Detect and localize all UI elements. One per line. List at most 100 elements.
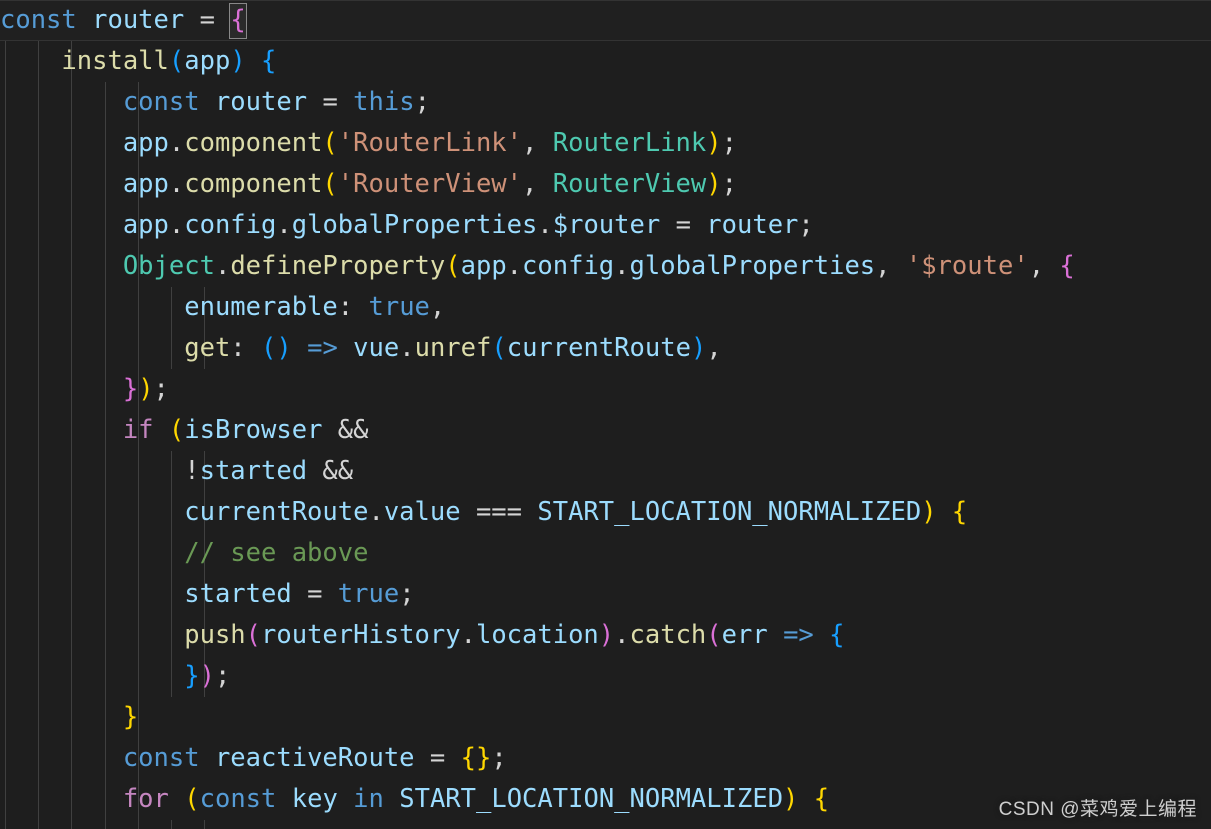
code-token: ; <box>491 743 507 773</box>
code-token: 'RouterView' <box>337 169 523 199</box>
code-token: enumerable <box>184 292 338 322</box>
code-line[interactable]: !started && <box>0 451 1211 492</box>
code-line[interactable]: const reactiveRoute = {}; <box>0 738 1211 779</box>
code-token: ) <box>690 333 707 363</box>
code-token: { <box>460 743 476 773</box>
code-line[interactable]: install(app) { <box>0 41 1211 82</box>
code-token: { <box>829 620 845 650</box>
code-line[interactable]: get: () => vue.unref(currentRoute), <box>0 328 1211 369</box>
code-token: . <box>368 497 384 527</box>
code-token: // see above <box>184 538 369 568</box>
code-token: . <box>168 210 185 240</box>
code-content[interactable]: const router = { install(app) { const ro… <box>0 0 1211 820</box>
code-token: router <box>214 87 308 117</box>
code-line[interactable]: app.component('RouterLink', RouterLink); <box>0 123 1211 164</box>
code-token: === <box>475 497 523 527</box>
code-editor[interactable]: const router = { install(app) { const ro… <box>0 0 1211 829</box>
code-token: started <box>184 579 292 609</box>
code-line[interactable]: const router = { <box>0 0 1211 41</box>
code-token: ( <box>168 46 185 76</box>
code-token: START_LOCATION_NORMALIZED <box>537 497 922 527</box>
code-line[interactable]: }); <box>0 656 1211 697</box>
code-token: location <box>475 620 599 650</box>
code-line[interactable]: }); <box>0 369 1211 410</box>
code-token: ) <box>138 374 154 404</box>
code-token: && <box>322 456 354 486</box>
code-line[interactable]: if (isBrowser && <box>0 410 1211 451</box>
code-token: . <box>460 620 476 650</box>
code-token: install <box>61 46 169 76</box>
code-line[interactable]: started = true; <box>0 574 1211 615</box>
code-token: ; <box>153 374 169 404</box>
code-token: , <box>522 128 538 158</box>
code-line[interactable]: push(routerHistory.location).catch(err =… <box>0 615 1211 656</box>
code-token: ; <box>721 169 737 199</box>
code-token: { <box>229 3 247 39</box>
code-line[interactable]: } <box>0 697 1211 738</box>
code-token: ) <box>706 169 722 199</box>
code-token: . <box>168 169 185 199</box>
code-token: app <box>122 128 169 158</box>
code-token: err <box>721 620 768 650</box>
code-line[interactable]: app.component('RouterView', RouterView); <box>0 164 1211 205</box>
code-token: app <box>184 46 231 76</box>
code-line[interactable]: Object.defineProperty(app.config.globalP… <box>0 246 1211 287</box>
code-token: push <box>184 620 246 650</box>
code-token: ) <box>921 497 937 527</box>
code-token: component <box>184 169 323 199</box>
code-token: ) <box>783 784 799 814</box>
code-line[interactable]: const router = this; <box>0 82 1211 123</box>
code-token: = <box>307 579 323 609</box>
code-token: . <box>168 128 185 158</box>
code-line[interactable]: // see above <box>0 533 1211 574</box>
code-token: in <box>353 784 384 814</box>
code-token: ; <box>798 210 814 240</box>
code-token: ; <box>721 128 737 158</box>
code-line[interactable]: enumerable: true, <box>0 287 1211 328</box>
code-token: } <box>122 702 139 732</box>
code-token: ) <box>230 46 246 76</box>
code-token: . <box>399 333 415 363</box>
code-token: const <box>122 743 200 773</box>
code-token: . <box>614 251 630 281</box>
code-token: , <box>875 251 891 281</box>
indent-guide <box>204 820 205 829</box>
code-token: get <box>184 333 231 363</box>
code-line[interactable]: currentRoute.value === START_LOCATION_NO… <box>0 492 1211 533</box>
code-token: ( <box>445 251 461 281</box>
code-token: started <box>199 456 308 486</box>
code-line[interactable]: app.config.globalProperties.$router = ro… <box>0 205 1211 246</box>
code-token: ; <box>414 87 430 117</box>
code-token: } <box>475 743 492 773</box>
code-token: 'RouterLink' <box>337 128 523 158</box>
code-token: . <box>614 620 630 650</box>
code-token: ) <box>276 333 292 363</box>
code-token: component <box>184 128 323 158</box>
code-token: key <box>291 784 338 814</box>
code-token: value <box>383 497 461 527</box>
indent-guide <box>171 820 172 829</box>
